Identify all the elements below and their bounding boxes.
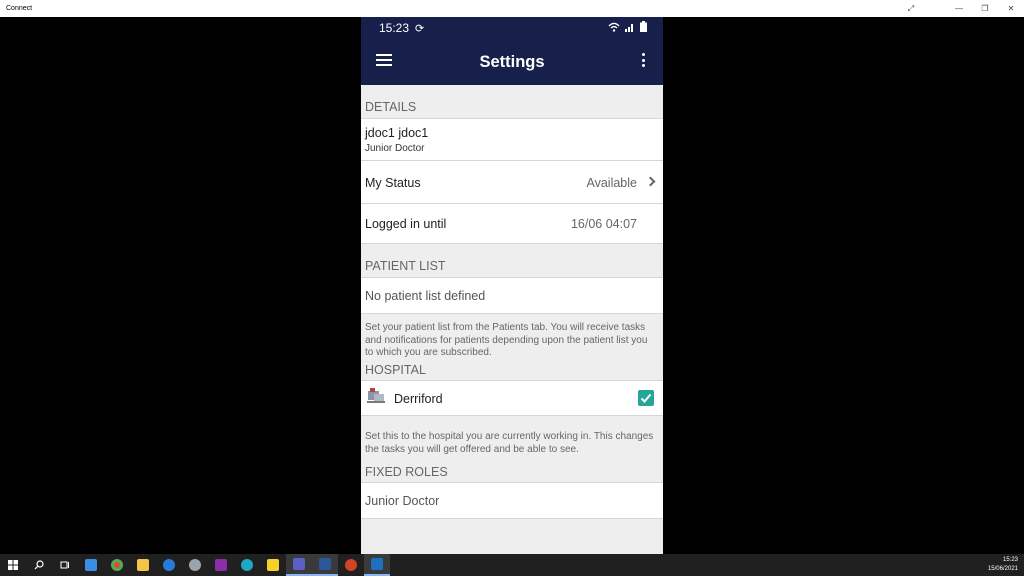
logged-in-row: Logged in until 16/06 04:07 bbox=[361, 204, 663, 244]
battery-icon bbox=[640, 21, 647, 32]
close-button[interactable]: ✕ bbox=[998, 0, 1024, 17]
logged-in-value: 16/06 04:07 bbox=[570, 217, 637, 231]
details-header: DETAILS bbox=[361, 85, 663, 119]
fixed-roles-value: Junior Doctor bbox=[365, 494, 440, 508]
patient-list-row[interactable]: No patient list defined bbox=[361, 278, 663, 314]
status-time: 15:23 bbox=[379, 21, 410, 35]
window-titlebar: Connect ⤢ — ❐ ✕ bbox=[0, 0, 1024, 17]
powerpoint-icon[interactable] bbox=[338, 554, 364, 576]
internet-explorer-icon[interactable] bbox=[156, 554, 182, 576]
signal-icon bbox=[625, 24, 633, 32]
hospital-row[interactable]: Derriford bbox=[361, 381, 663, 416]
app-bar: Settings bbox=[361, 39, 663, 85]
restore-button[interactable]: ❐ bbox=[972, 0, 998, 17]
more-options-icon[interactable] bbox=[642, 53, 646, 70]
phone-screen: 15:23 ⟳ Settings DETAILS jdoc1 jdoc1 Jun… bbox=[361, 17, 663, 554]
hospital-checkbox[interactable] bbox=[638, 390, 654, 406]
window-controls: ⤢ — ❐ ✕ bbox=[908, 0, 1024, 17]
start-icon[interactable] bbox=[0, 554, 26, 576]
expand-icon[interactable]: ⤢ bbox=[904, 0, 918, 17]
user-name: jdoc1 jdoc1 bbox=[365, 126, 429, 140]
system-clock[interactable]: 15:23 15/06/2021 bbox=[988, 556, 1018, 574]
hospital-help: Set this to the hospital you are current… bbox=[365, 431, 654, 455]
chrome-icon[interactable] bbox=[104, 554, 130, 576]
windows-taskbar: 15:23 15/06/2021 bbox=[0, 554, 1024, 576]
fixed-roles-header: FIXED ROLES bbox=[361, 463, 663, 483]
search-icon[interactable] bbox=[26, 554, 52, 576]
hospital-name: Derriford bbox=[394, 392, 443, 406]
menu-icon[interactable] bbox=[376, 54, 392, 66]
clock-time: 15:23 bbox=[1002, 557, 1018, 563]
checkmark-icon bbox=[640, 393, 652, 403]
teams-icon[interactable] bbox=[286, 554, 312, 576]
my-status-label: My Status bbox=[365, 176, 421, 190]
edge-icon[interactable] bbox=[234, 554, 260, 576]
page-title: Settings bbox=[479, 52, 545, 71]
onenote-icon[interactable] bbox=[208, 554, 234, 576]
logged-in-label: Logged in until bbox=[365, 217, 447, 231]
clock-date: 15/06/2021 bbox=[987, 566, 1018, 572]
patient-list-header: PATIENT LIST bbox=[361, 244, 663, 278]
hospital-icon bbox=[367, 388, 385, 403]
my-status-value: Available bbox=[586, 176, 637, 190]
task-view-icon[interactable] bbox=[52, 554, 78, 576]
file-explorer-icon[interactable] bbox=[130, 554, 156, 576]
sync-icon: ⟳ bbox=[415, 22, 425, 35]
user-role: Junior Doctor bbox=[365, 143, 425, 154]
app-icon-1[interactable] bbox=[78, 554, 104, 576]
connect-app-icon[interactable] bbox=[364, 554, 390, 576]
window-title: Connect bbox=[6, 5, 33, 12]
phone-status-bar: 15:23 ⟳ bbox=[361, 17, 663, 39]
chevron-right-icon bbox=[645, 176, 656, 187]
patient-list-help: Set your patient list from the Patients … bbox=[365, 322, 648, 358]
hospital-header: HOSPITAL bbox=[361, 361, 663, 381]
wifi-icon bbox=[608, 22, 620, 32]
fixed-roles-row: Junior Doctor bbox=[361, 483, 663, 519]
my-status-row[interactable]: My Status Available bbox=[361, 161, 663, 204]
word-icon[interactable] bbox=[312, 554, 338, 576]
sticky-notes-icon[interactable] bbox=[260, 554, 286, 576]
app-icon-2[interactable] bbox=[182, 554, 208, 576]
user-row: jdoc1 jdoc1 Junior Doctor bbox=[361, 119, 663, 161]
system-icons bbox=[608, 21, 647, 32]
minimize-button[interactable]: — bbox=[946, 0, 972, 17]
patient-list-value: No patient list defined bbox=[365, 289, 486, 303]
